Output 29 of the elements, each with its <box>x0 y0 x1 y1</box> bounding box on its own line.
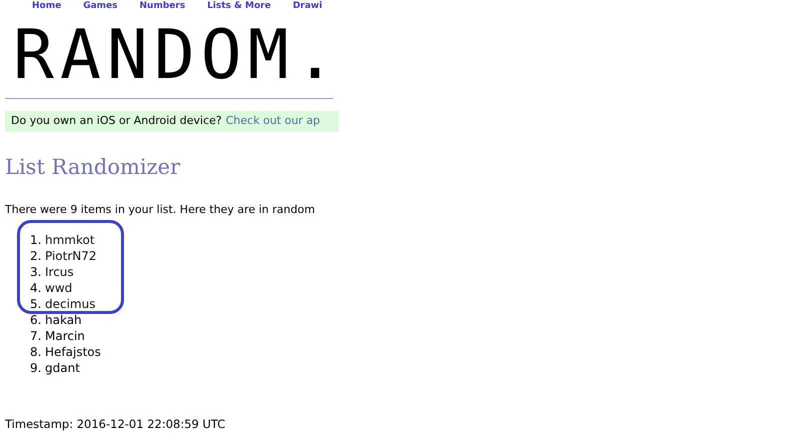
timestamp: Timestamp: 2016-12-01 22:08:59 UTC <box>5 416 226 433</box>
list-item: gdant <box>45 361 80 375</box>
item-number: 1. <box>30 233 42 247</box>
list-item: Hefajstos <box>45 345 101 359</box>
item-number: 5. <box>30 297 42 311</box>
nav-link[interactable]: Games <box>83 0 118 14</box>
app-link[interactable]: Check out our ap <box>226 113 320 130</box>
item-number: 2. <box>30 249 42 263</box>
site-logo: RANDOM. <box>13 22 342 90</box>
item-number: 4. <box>30 281 42 295</box>
list-item: hakah <box>45 313 82 327</box>
list-item: PiotrN72 <box>45 249 97 263</box>
item-number: 7. <box>30 329 42 343</box>
intro-text: There were 9 items in your list. Here they are in random <box>5 202 316 218</box>
list-item: wwd <box>45 281 72 295</box>
list-item: Ircus <box>45 265 74 279</box>
list-item: decimus <box>45 297 96 311</box>
nav-link[interactable]: Home <box>32 0 62 14</box>
item-number: 6. <box>30 313 42 327</box>
nav-link[interactable]: Numbers <box>140 0 186 14</box>
promo-text: Do you own an iOS or Android device? <box>11 113 222 130</box>
item-number: 8. <box>30 345 42 359</box>
list-item: Marcin <box>45 329 85 343</box>
list-item: hmmkot <box>45 233 95 247</box>
item-number: 9. <box>30 361 42 375</box>
page-heading: List Randomizer <box>5 154 182 181</box>
item-number: 3. <box>30 265 42 279</box>
nav-link[interactable]: Lists & More <box>207 0 271 14</box>
nav-link[interactable]: Drawi <box>292 0 322 14</box>
